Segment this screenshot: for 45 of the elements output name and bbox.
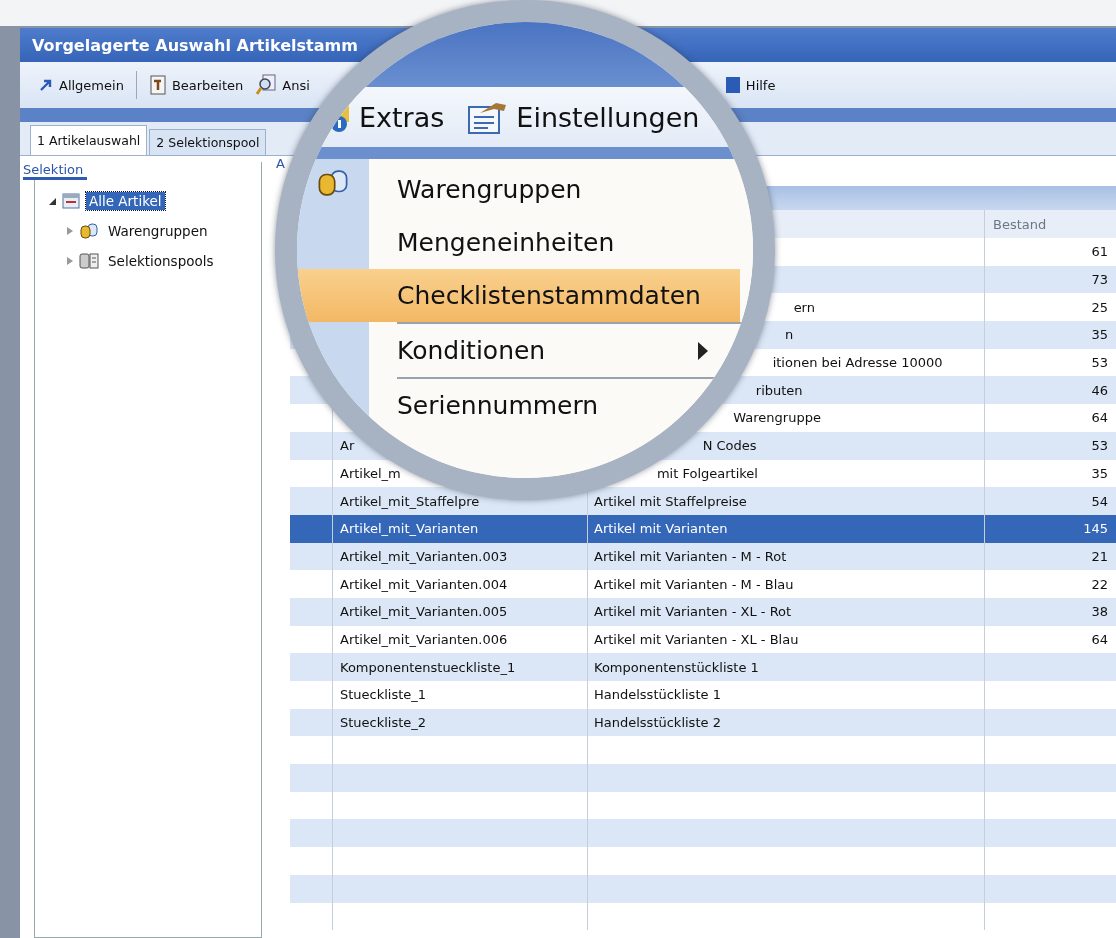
- table-cell: Stueckliste_1: [340, 687, 427, 703]
- table-cell: Artikel_mit_Staffelpre: [340, 493, 480, 509]
- table-cell: Handelsstückliste 2: [594, 715, 721, 731]
- table-cell: Artikel_mit_Varianten.003: [340, 548, 508, 564]
- table-cell: mit Folgeartikel: [656, 465, 758, 481]
- table-cell: 22: [1091, 576, 1108, 592]
- table-cell: itionen bei Adresse 10000: [772, 355, 943, 371]
- table-cell: 73: [1091, 272, 1108, 288]
- table-cell: 35: [1091, 327, 1108, 343]
- group-label: Selektion: [23, 162, 88, 180]
- table-cell: Artikel_mit_Varianten.004: [340, 576, 508, 592]
- group-label: A: [276, 156, 285, 173]
- table-cell: Artikel_mit_Varianten: [340, 521, 479, 537]
- table-cell: 64: [1091, 410, 1108, 426]
- table-cell: Artikel mit Varianten - XL - Blau: [594, 631, 799, 647]
- table-cell: Artikel mit Varianten: [594, 521, 728, 537]
- table-cell: Handelsstückliste 1: [594, 687, 721, 703]
- table-cell: 61: [1091, 244, 1108, 260]
- table-cell: Artikel mit Staffelpreise: [594, 493, 747, 509]
- table-cell: ern: [793, 299, 815, 315]
- table-cell: Artikel_mit_Varianten.006: [340, 631, 508, 647]
- table-cell: 35: [1091, 465, 1108, 481]
- table-cell: Artikel mit Varianten - M - Rot: [594, 548, 787, 564]
- table-cell: 145: [1083, 521, 1108, 537]
- table-cell: 64: [1091, 631, 1108, 647]
- table-cell: 21: [1091, 548, 1108, 564]
- table-cell: 53: [1091, 355, 1108, 371]
- table-cell: Warengruppe: [733, 410, 821, 426]
- table-cell: n: [785, 327, 794, 343]
- table-cell: Artikel mit Varianten - M - Blau: [594, 576, 794, 592]
- window-title: Vorgelagerte Auswahl Artikelstamm: [32, 35, 358, 55]
- table-cell: 46: [1091, 382, 1108, 398]
- table-cell: Ar: [340, 438, 355, 454]
- table-cell: ributen: [755, 382, 803, 398]
- table-cell: Artikel_m: [340, 465, 401, 481]
- table-cell: 54: [1091, 493, 1108, 509]
- table-cell: Komponentenstückliste 1: [594, 659, 759, 675]
- table-cell: 53: [1091, 438, 1108, 454]
- table-cell: Artikel_mit_Varianten.005: [340, 604, 508, 620]
- table-cell: Artikel mit Varianten - XL - Rot: [594, 604, 792, 620]
- table-cell: Komponentenstueckliste_1: [340, 659, 516, 675]
- table-cell: Stueckliste_2: [340, 715, 427, 731]
- table-cell: 25: [1091, 299, 1108, 315]
- table-cell: N Codes: [702, 438, 757, 454]
- table-cell: 38: [1091, 604, 1108, 620]
